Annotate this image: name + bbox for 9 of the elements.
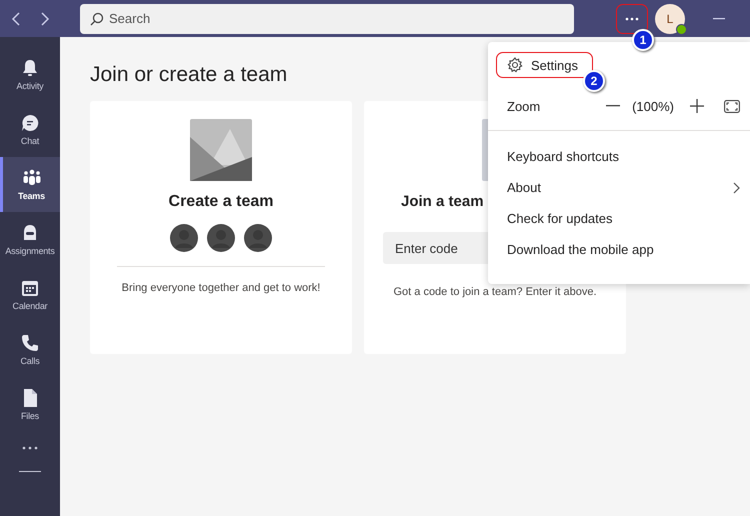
card-description: Got a code to join a team? Enter it above. bbox=[393, 286, 596, 298]
step-badge: 1 bbox=[632, 28, 654, 50]
card-title: Join a team bbox=[401, 193, 484, 210]
step-badge: 2 bbox=[583, 70, 605, 92]
card-description: Bring everyone together and get to work! bbox=[122, 282, 320, 294]
card-title: Create a team bbox=[168, 193, 274, 211]
zoom-label: Zoom bbox=[507, 98, 542, 114]
page-heading: Join or create a team bbox=[90, 63, 288, 87]
zoom-value: (100%) bbox=[632, 98, 674, 114]
